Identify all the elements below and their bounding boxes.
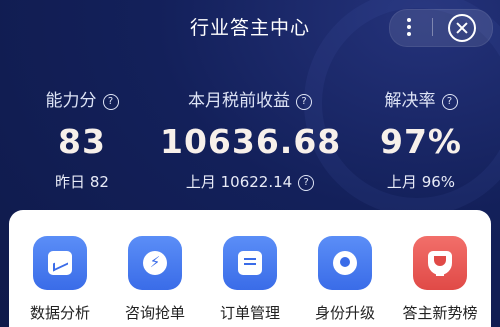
stat-value: 83: [58, 122, 106, 161]
answerer-center-screen: 行业答主中心 能力分? 83 昨日 82 本月税前收益? 10636.68 上月…: [0, 0, 500, 327]
bolt-icon[interactable]: [128, 236, 182, 290]
stat-resolution-rate[interactable]: 解决率? 97% 上月 96%: [362, 86, 480, 196]
stat-label: 能力分: [45, 91, 97, 111]
close-icon[interactable]: [448, 14, 476, 42]
stat-label: 本月税前收益: [188, 91, 290, 111]
action-identity-upgrade[interactable]: 身份升级: [297, 236, 393, 323]
stat-value: 10636.68: [160, 122, 342, 161]
action-label: 咨询抢单: [124, 304, 185, 322]
stat-monthly-income[interactable]: 本月税前收益? 10636.68 上月 10622.14?: [160, 86, 340, 196]
help-icon[interactable]: ?: [296, 94, 312, 110]
help-icon[interactable]: ?: [441, 94, 458, 110]
capsule-divider: [432, 18, 433, 36]
action-new-star-ranking[interactable]: 答主新势榜: [392, 236, 488, 323]
action-data-analysis[interactable]: 数据分析: [12, 236, 108, 323]
help-icon[interactable]: ?: [298, 175, 315, 191]
action-label: 订单管理: [219, 304, 280, 322]
action-label: 答主新势榜: [402, 304, 478, 322]
stat-value: 97%: [380, 122, 462, 161]
action-consult-grab[interactable]: 咨询抢单: [107, 236, 203, 323]
top-bar: 行业答主中心: [0, 0, 500, 56]
help-icon[interactable]: ?: [102, 94, 119, 110]
stat-label: 解决率: [384, 91, 436, 111]
chart-icon[interactable]: [33, 236, 87, 290]
document-icon[interactable]: [223, 236, 277, 290]
stat-comparison: 昨日 82: [55, 173, 109, 191]
action-label: 数据分析: [29, 304, 90, 322]
action-label: 身份升级: [314, 304, 375, 322]
stat-comparison: 上月 10622.14?: [160, 171, 340, 192]
quick-actions-card: 数据分析 咨询抢单 订单管理 身份升级 答主新势榜: [9, 210, 491, 327]
person-icon[interactable]: [318, 236, 372, 290]
action-order-management[interactable]: 订单管理: [202, 236, 298, 323]
trophy-icon[interactable]: [413, 236, 467, 290]
stat-comparison: 上月 96%: [386, 173, 456, 191]
more-icon[interactable]: [405, 14, 413, 40]
stat-ability-score[interactable]: 能力分? 83 昨日 82: [22, 86, 142, 196]
